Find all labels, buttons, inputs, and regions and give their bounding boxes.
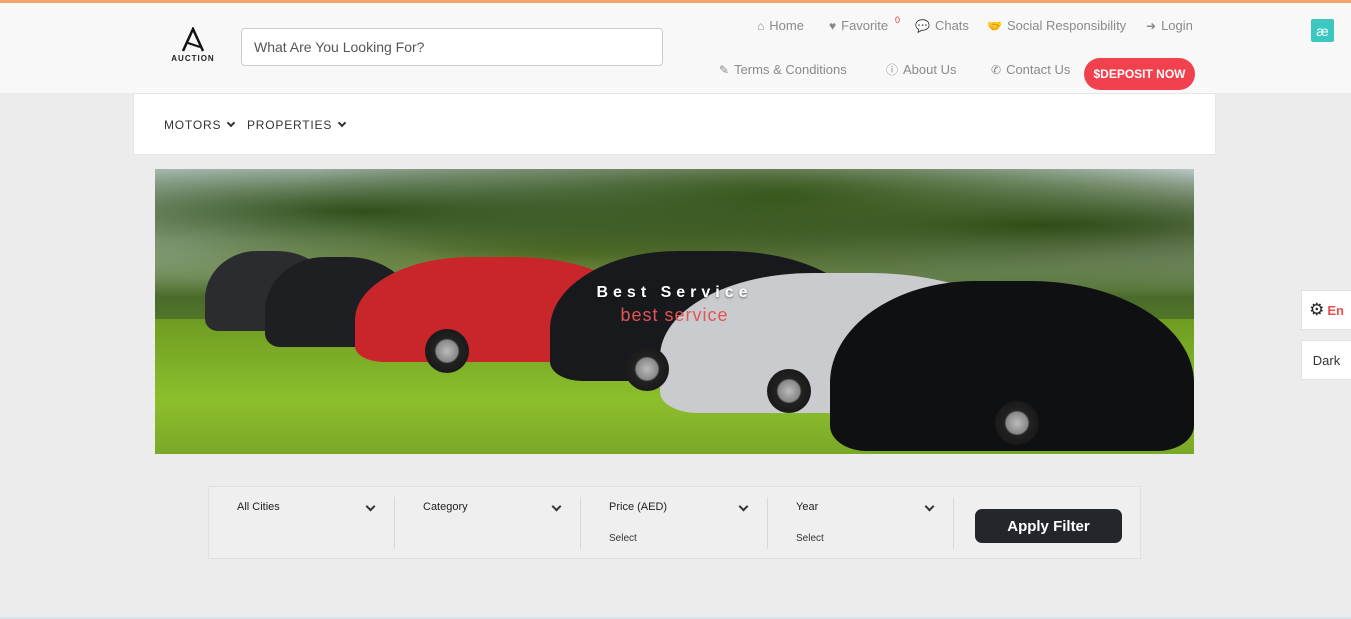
nav-terms-label: Terms & Conditions	[734, 62, 847, 77]
logo-text: AUCTION	[171, 54, 215, 63]
chevron-down-icon	[337, 118, 347, 128]
nav-terms[interactable]: ✎ Terms & Conditions	[719, 62, 847, 77]
menu-motors-label: MOTORS	[164, 118, 222, 132]
wheel	[767, 369, 811, 413]
city-select-label: All Cities	[237, 501, 280, 513]
apply-filter-button[interactable]: Apply Filter	[975, 509, 1122, 543]
nav-social-responsibility[interactable]: 🤝 Social Responsibility	[987, 18, 1126, 33]
info-icon: ⓘ	[886, 62, 899, 77]
chevron-down-icon	[227, 118, 236, 128]
site-header: AUCTION ⌂ Home ♥ Favorite 0 💬 Chats 🤝 So…	[0, 3, 1351, 93]
home-icon: ⌂	[757, 18, 765, 33]
nav-login-label: Login	[1161, 18, 1193, 33]
nav-favorite-label: Favorite	[841, 18, 889, 33]
nav-contact[interactable]: ✆ Contact Us	[991, 62, 1070, 77]
wheel	[425, 329, 469, 373]
nav-home[interactable]: ⌂ Home	[757, 18, 804, 33]
favorite-count-badge: 0	[895, 15, 901, 25]
nav-contact-label: Contact Us	[1006, 62, 1071, 77]
chevron-down-icon	[551, 501, 562, 512]
nav-chats[interactable]: 💬 Chats	[915, 18, 969, 33]
heart-icon: ♥	[829, 18, 837, 33]
category-select-label: Category	[423, 501, 468, 513]
city-select[interactable]: All Cities	[209, 497, 395, 549]
category-menu-bar: MOTORS PROPERTIES	[133, 93, 1216, 155]
category-select[interactable]: Category	[395, 497, 581, 549]
year-select[interactable]: Year Select	[768, 497, 954, 549]
chat-bubbles-icon: 💬	[915, 18, 930, 33]
gear-icon: ⚙	[1309, 300, 1325, 319]
search-input[interactable]	[241, 28, 663, 66]
year-select-label: Year	[796, 501, 819, 513]
price-select-value: Select	[609, 533, 637, 544]
language-label: En	[1327, 302, 1344, 318]
edit-icon: ✎	[719, 62, 730, 77]
wheel	[625, 347, 669, 391]
menu-properties-label: PROPERTIES	[247, 118, 333, 132]
language-settings-toggle[interactable]: ⚙ En	[1301, 290, 1351, 330]
nav-home-label: Home	[769, 18, 804, 33]
chevron-down-icon	[924, 501, 935, 512]
nav-social-label: Social Responsibility	[1006, 18, 1127, 33]
chevron-down-icon	[738, 501, 749, 512]
handshake-icon: 🤝	[987, 18, 1002, 33]
wheel	[995, 401, 1039, 445]
price-select-label: Price (AED)	[609, 501, 668, 513]
nav-login[interactable]: ➜ Login	[1146, 18, 1193, 33]
hero-title: Best Service	[596, 284, 753, 301]
nav-about-label: About Us	[903, 62, 957, 77]
menu-properties[interactable]: PROPERTIES	[247, 118, 347, 132]
site-logo[interactable]: AUCTION	[168, 27, 218, 67]
hero-subtitle: best service	[620, 305, 729, 325]
nav-about[interactable]: ⓘ About Us	[886, 62, 957, 77]
sign-in-icon: ➜	[1146, 18, 1157, 33]
deposit-now-button[interactable]: $DEPOSIT NOW	[1084, 58, 1195, 90]
ae-extension-icon[interactable]: æ	[1311, 19, 1334, 42]
dark-mode-toggle[interactable]: Dark	[1301, 340, 1351, 380]
hero-banner: Best Service best service	[155, 169, 1194, 454]
nav-favorite[interactable]: ♥ Favorite	[829, 18, 888, 33]
filter-bar: All Cities Category Price (AED) Select Y…	[208, 486, 1141, 559]
chevron-down-icon	[365, 501, 376, 512]
price-select[interactable]: Price (AED) Select	[581, 497, 768, 549]
menu-motors[interactable]: MOTORS	[164, 118, 236, 132]
year-select-value: Select	[796, 533, 824, 544]
nav-chats-label: Chats	[934, 18, 969, 33]
phone-icon: ✆	[991, 62, 1002, 77]
logo-mark-icon	[181, 27, 205, 52]
